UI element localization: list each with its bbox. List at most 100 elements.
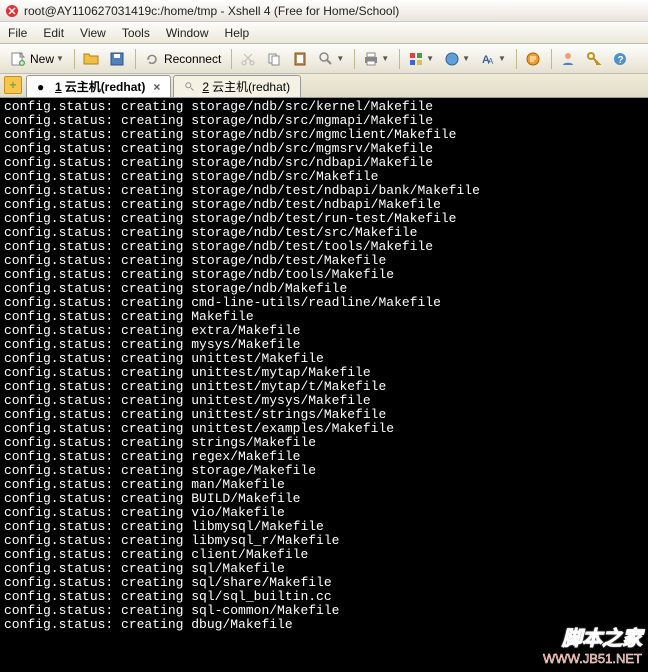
search-small-icon [184,80,198,94]
terminal-line: config.status: creating storage/ndb/src/… [4,114,644,128]
terminal-line: config.status: creating libmysql_r/Makef… [4,534,644,548]
user-icon [560,51,576,67]
terminal-line: config.status: creating unittest/example… [4,422,644,436]
print-button[interactable]: ▼ [359,48,393,70]
chevron-down-icon: ▼ [336,54,344,63]
globe-icon [444,51,460,67]
help-icon: ? [612,51,628,67]
menu-view[interactable]: View [80,26,106,40]
toolbar: New▼ Reconnect ▼ ▼ ▼ ▼ AA▼ ? [0,44,648,74]
terminal-line: config.status: creating storage/ndb/src/… [4,128,644,142]
terminal-line: config.status: creating extra/Makefile [4,324,644,338]
bullet-icon: ● [37,80,51,94]
tab-2[interactable]: 2 云主机(redhat) [173,75,301,97]
find-button[interactable]: ▼ [314,48,348,70]
separator [135,49,136,69]
window-title: root@AY110627031419c:/home/tmp - Xshell … [24,4,399,18]
terminal-output[interactable]: config.status: creating storage/ndb/src/… [0,98,648,672]
open-button[interactable] [79,48,103,70]
search-icon [318,51,334,67]
terminal-line: config.status: creating regex/Makefile [4,450,644,464]
separator [399,49,400,69]
terminal-line: config.status: creating storage/ndb/test… [4,212,644,226]
menu-tools[interactable]: Tools [122,26,150,40]
terminal-line: config.status: creating storage/ndb/test… [4,226,644,240]
separator [354,49,355,69]
terminal-line: config.status: creating mysys/Makefile [4,338,644,352]
new-icon [10,51,26,67]
svg-text:?: ? [617,55,623,66]
terminal-line: config.status: creating Makefile [4,310,644,324]
terminal-line: config.status: creating sql/sql_builtin.… [4,590,644,604]
terminal-line: config.status: creating libmysql/Makefil… [4,520,644,534]
add-tab-button[interactable]: + [4,76,22,94]
terminal-line: config.status: creating unittest/mysys/M… [4,394,644,408]
terminal-line: config.status: creating storage/ndb/Make… [4,282,644,296]
font-button[interactable]: AA▼ [476,48,510,70]
terminal-line: config.status: creating storage/Makefile [4,464,644,478]
terminal-line: config.status: creating man/Makefile [4,478,644,492]
help-button[interactable]: ? [608,48,632,70]
terminal-line: config.status: creating storage/ndb/test… [4,254,644,268]
reconnect-button[interactable]: Reconnect [140,48,225,70]
chevron-down-icon: ▼ [498,54,506,63]
menu-file[interactable]: File [8,26,27,40]
terminal-line: config.status: creating sql/share/Makefi… [4,576,644,590]
color-button[interactable]: ▼ [404,48,438,70]
save-button[interactable] [105,48,129,70]
terminal-line: config.status: creating sql-common/Makef… [4,604,644,618]
terminal-line: config.status: creating storage/ndb/src/… [4,170,644,184]
watermark-url: WWW.JB51.NET [543,651,642,666]
separator [231,49,232,69]
font-icon: AA [480,51,496,67]
tab-index: 1 [55,80,62,94]
terminal-line: config.status: creating BUILD/Makefile [4,492,644,506]
scissors-icon [240,51,256,67]
globe-button[interactable]: ▼ [440,48,474,70]
disk-icon [109,51,125,67]
terminal-line: config.status: creating unittest/Makefil… [4,352,644,366]
terminal-line: config.status: creating storage/ndb/src/… [4,142,644,156]
printer-icon [363,51,379,67]
script-icon [525,51,541,67]
palette-icon [408,51,424,67]
watermark-title: 脚本之家 [543,622,642,651]
terminal-line: config.status: creating storage/ndb/test… [4,240,644,254]
script-button[interactable] [521,48,545,70]
chevron-down-icon: ▼ [462,54,470,63]
tab-bar: + ● 1 云主机(redhat) × 2 云主机(redhat) [0,74,648,98]
clipboard-icon [292,51,308,67]
paste-button[interactable] [288,48,312,70]
terminal-line: config.status: creating unittest/mytap/M… [4,366,644,380]
cut-button[interactable] [236,48,260,70]
user-button[interactable] [556,48,580,70]
terminal-line: config.status: creating storage/ndb/test… [4,198,644,212]
menu-window[interactable]: Window [166,26,209,40]
watermark: 脚本之家 WWW.JB51.NET [543,622,642,666]
terminal-line: config.status: creating storage/ndb/src/… [4,156,644,170]
tab-label: 云主机(redhat) [65,78,146,95]
reconnect-icon [144,51,160,67]
terminal-line: config.status: creating sql/Makefile [4,562,644,576]
terminal-line: config.status: creating storage/ndb/test… [4,184,644,198]
terminal-line: config.status: creating cmd-line-utils/r… [4,296,644,310]
key-icon [586,51,602,67]
terminal-line: config.status: creating vio/Makefile [4,506,644,520]
close-tab-icon[interactable]: × [153,80,160,94]
tab-1[interactable]: ● 1 云主机(redhat) × [26,75,171,97]
chevron-down-icon: ▼ [56,54,64,63]
terminal-line: config.status: creating strings/Makefile [4,436,644,450]
menu-edit[interactable]: Edit [43,26,64,40]
separator [74,49,75,69]
new-button[interactable]: New▼ [6,48,68,70]
key-button[interactable] [582,48,606,70]
separator [516,49,517,69]
menu-help[interactable]: Help [225,26,250,40]
tab-index: 2 [202,80,209,94]
copy-button[interactable] [262,48,286,70]
terminal-line: config.status: creating unittest/strings… [4,408,644,422]
svg-text:A: A [488,57,494,66]
menubar: File Edit View Tools Window Help [0,22,648,44]
terminal-line: config.status: creating unittest/mytap/t… [4,380,644,394]
terminal-line: config.status: creating storage/ndb/tool… [4,268,644,282]
